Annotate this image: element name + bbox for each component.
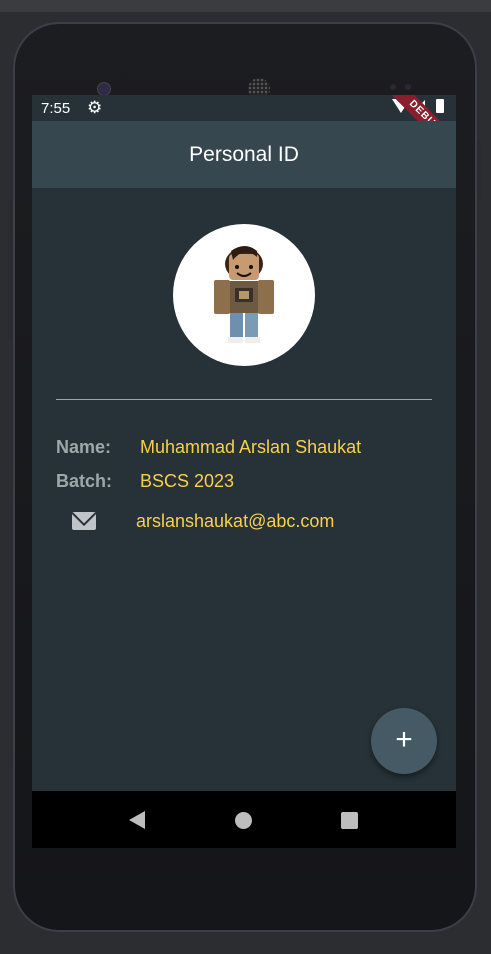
batch-value: BSCS 2023 xyxy=(140,471,235,491)
front-camera xyxy=(97,82,111,96)
back-icon[interactable] xyxy=(129,811,145,829)
light-sensor xyxy=(405,84,411,90)
status-bar: 7:55 ⚙ xyxy=(32,95,456,121)
mail-icon xyxy=(72,512,96,530)
status-time: 7:55 xyxy=(41,100,71,117)
navigation-bar xyxy=(32,791,456,848)
name-value: Muhammad Arslan Shaukat xyxy=(140,437,362,457)
proximity-sensor xyxy=(390,84,396,90)
add-button[interactable]: + xyxy=(371,708,437,774)
page-title: Personal ID xyxy=(189,143,299,166)
avatar xyxy=(173,224,315,366)
batch-label: Batch: xyxy=(56,471,113,491)
home-icon[interactable] xyxy=(235,812,252,829)
app-screen: 7:55 ⚙ DEBUG Personal ID Name: Muhammad … xyxy=(32,95,456,848)
volume-button xyxy=(8,200,12,340)
email-value: arslanshaukat@abc.com xyxy=(136,511,335,531)
emulator-toolbar xyxy=(0,0,491,12)
power-button xyxy=(477,140,481,200)
avatar-figure-icon xyxy=(214,246,274,343)
name-label: Name: xyxy=(56,437,112,457)
plus-icon: + xyxy=(395,723,413,756)
battery-icon xyxy=(436,99,444,113)
app-bar: Personal ID xyxy=(32,121,456,188)
divider xyxy=(56,399,432,400)
recents-icon[interactable] xyxy=(341,812,358,829)
gear-icon: ⚙ xyxy=(87,98,103,117)
